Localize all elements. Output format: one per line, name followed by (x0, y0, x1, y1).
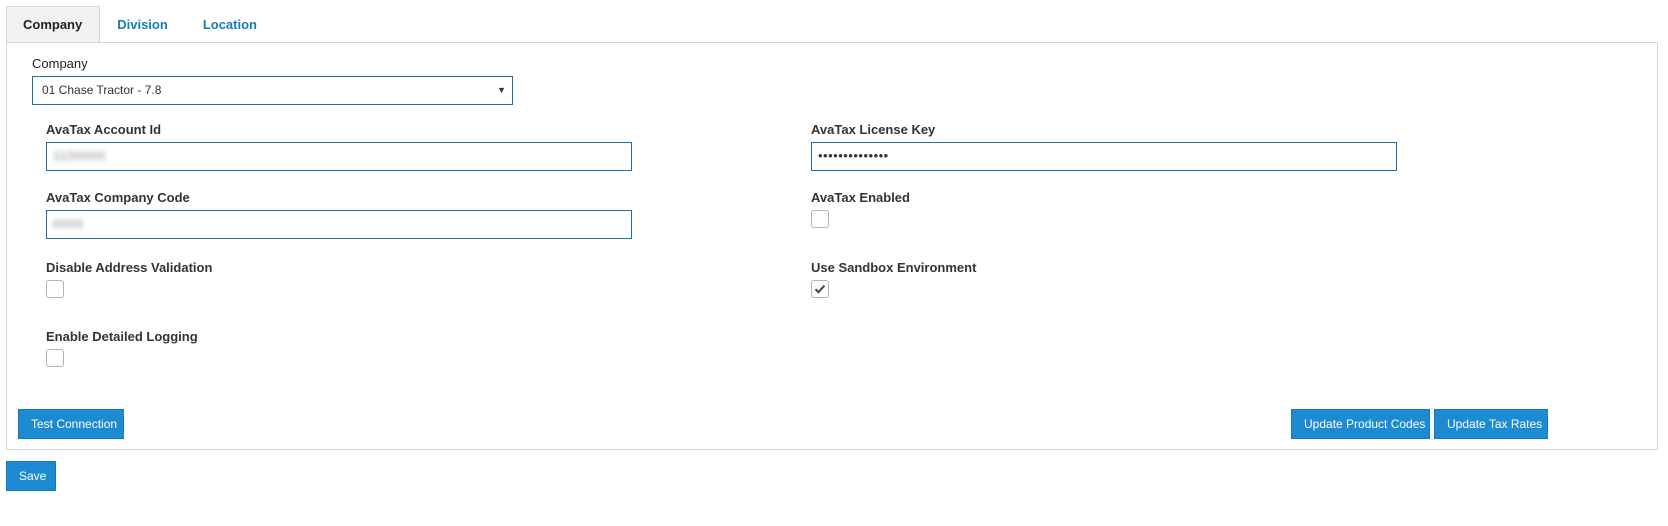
save-button[interactable]: Save (6, 461, 56, 491)
enable-detailed-logging-checkbox[interactable] (46, 349, 64, 367)
account-id-label: AvaTax Account Id (46, 122, 162, 137)
company-code-field[interactable]: 0000 (46, 210, 632, 239)
company-select[interactable]: 01 Chase Tractor - 7.8 ▼ (32, 76, 513, 105)
company-select-label: Company (32, 56, 88, 71)
tab-division[interactable]: Division (100, 6, 186, 42)
test-connection-button[interactable]: Test Connection (18, 409, 124, 439)
update-product-codes-button[interactable]: Update Product Codes (1291, 409, 1430, 439)
tab-bar: Company Division Location (6, 6, 275, 43)
enable-detailed-logging-label: Enable Detailed Logging (46, 329, 198, 344)
company-settings-panel: Company 01 Chase Tractor - 7.8 ▼ AvaTax … (6, 42, 1658, 450)
tab-location[interactable]: Location (186, 6, 275, 42)
chevron-down-icon: ▼ (497, 85, 506, 95)
company-code-label: AvaTax Company Code (46, 190, 190, 205)
checkmark-icon (814, 284, 826, 294)
tab-company[interactable]: Company (6, 6, 101, 43)
avatax-enabled-checkbox[interactable] (811, 210, 829, 228)
license-key-field[interactable]: •••••••••••••• (811, 142, 1397, 171)
disable-address-validation-checkbox[interactable] (46, 280, 64, 298)
account-id-value: 1100000 (53, 149, 106, 163)
use-sandbox-label: Use Sandbox Environment (811, 260, 977, 275)
account-id-field[interactable]: 1100000 (46, 142, 632, 171)
avatax-enabled-label: AvaTax Enabled (811, 190, 910, 205)
company-select-value: 01 Chase Tractor - 7.8 (42, 83, 162, 97)
license-key-value: •••••••••••••• (818, 148, 889, 163)
update-tax-rates-button[interactable]: Update Tax Rates (1434, 409, 1548, 439)
license-key-label: AvaTax License Key (811, 122, 936, 137)
use-sandbox-checkbox[interactable] (811, 280, 829, 298)
disable-address-validation-label: Disable Address Validation (46, 260, 213, 275)
company-code-value: 0000 (53, 217, 84, 231)
